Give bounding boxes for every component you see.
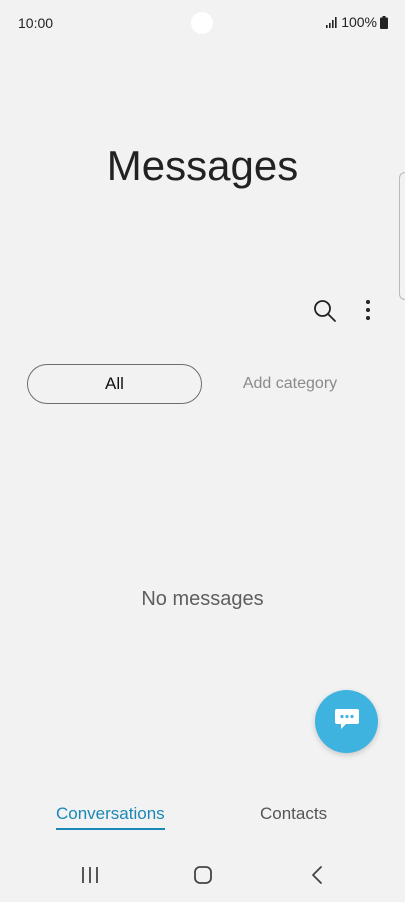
home-icon[interactable] <box>191 863 215 887</box>
empty-state-text: No messages <box>141 588 264 610</box>
status-bar: 10:00 100% <box>0 0 405 46</box>
tab-conversations-label: Conversations <box>56 804 165 823</box>
page-title: Messages <box>106 142 299 189</box>
chat-bubble-icon <box>334 707 360 736</box>
more-options-icon[interactable] <box>357 298 379 324</box>
recents-icon[interactable] <box>78 864 102 886</box>
add-category-button[interactable]: Add category <box>220 364 360 404</box>
category-all-label: All <box>105 374 124 393</box>
battery-percent: 100% <box>341 14 377 30</box>
battery-icon <box>380 15 388 29</box>
system-nav-bar <box>0 848 405 902</box>
add-category-label: Add category <box>242 375 338 392</box>
tab-conversations[interactable]: Conversations <box>56 804 165 830</box>
edge-panel-handle[interactable] <box>399 172 405 300</box>
signal-icon <box>326 16 338 28</box>
category-all-button[interactable]: All <box>27 364 202 404</box>
compose-button[interactable] <box>315 690 378 753</box>
tab-contacts-label: Contacts <box>260 804 328 823</box>
status-time: 10:00 <box>18 15 54 31</box>
active-tab-indicator <box>56 828 165 830</box>
back-icon[interactable] <box>306 863 328 887</box>
tab-contacts[interactable]: Contacts <box>260 804 327 824</box>
search-icon[interactable] <box>312 298 338 324</box>
status-indicators: 100% <box>326 14 388 30</box>
camera-cutout <box>191 12 213 34</box>
